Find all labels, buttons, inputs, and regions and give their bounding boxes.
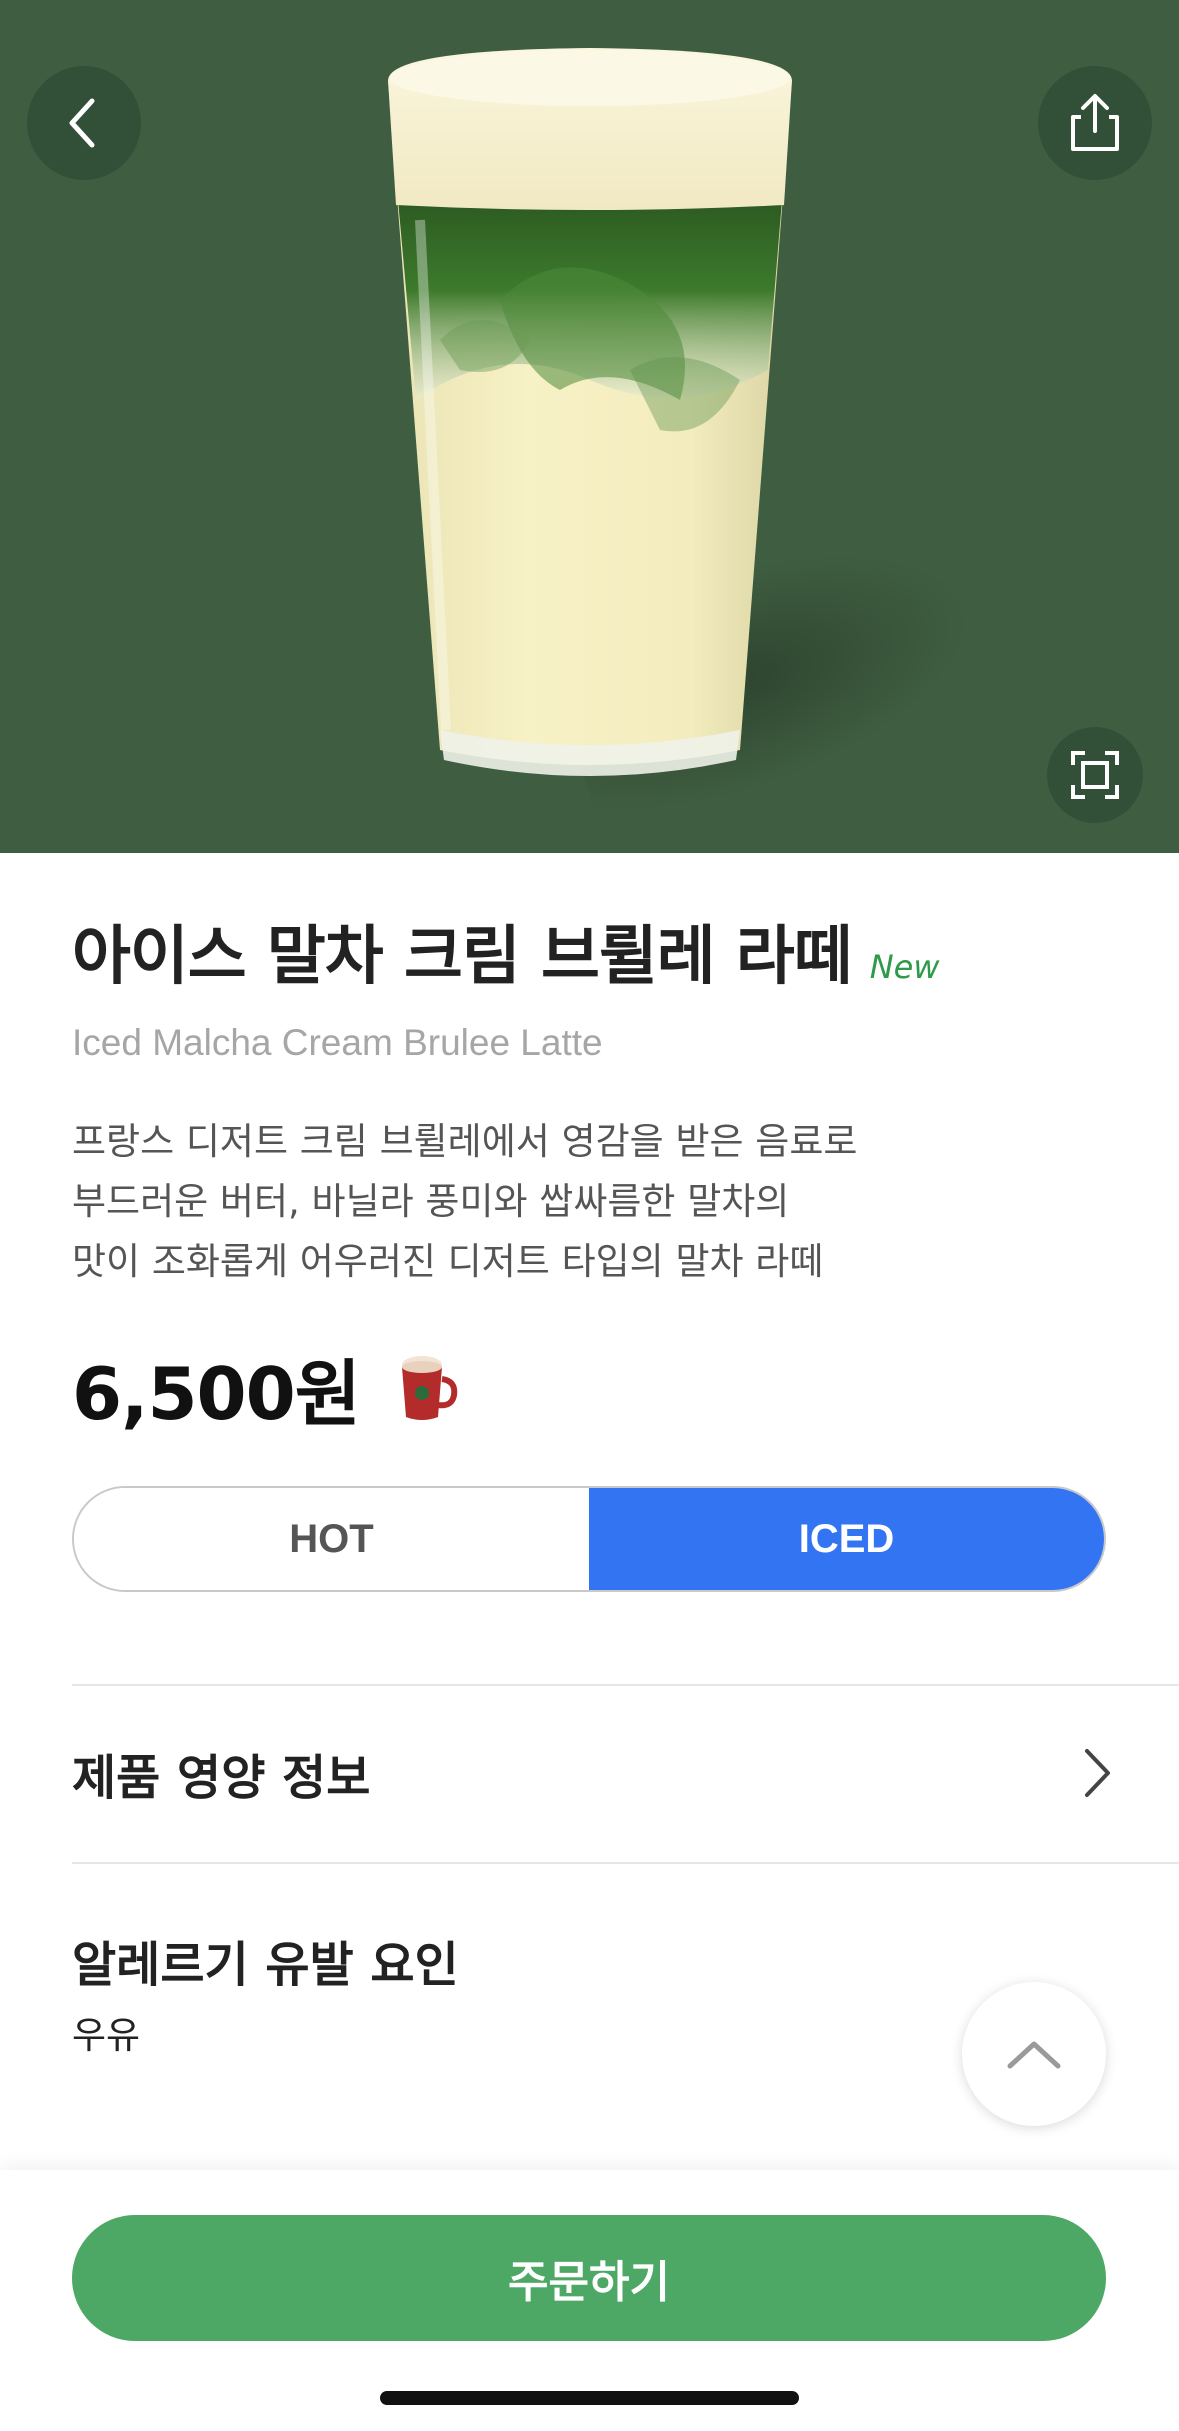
divider bbox=[72, 1862, 1179, 1864]
allergy-label: 알레르기 유발 요인 bbox=[72, 1937, 459, 1993]
share-icon bbox=[1071, 94, 1119, 151]
back-button[interactable] bbox=[27, 66, 141, 180]
home-indicator bbox=[380, 2391, 799, 2405]
chevron-left-icon bbox=[69, 98, 95, 148]
description-line: 부드러운 버터, 바닐라 풍미와 쌉싸름한 말차의 bbox=[72, 1180, 790, 1223]
scroll-to-top-button[interactable] bbox=[962, 1982, 1106, 2126]
product-hero-image bbox=[0, 0, 1179, 853]
description-line: 프랑스 디저트 크림 브륄레에서 영감을 받은 음료로 bbox=[72, 1120, 858, 1163]
temperature-toggle: HOT ICED bbox=[72, 1486, 1106, 1592]
product-description: 프랑스 디저트 크림 브륄레에서 영감을 받은 음료로 부드러운 버터, 바닐라… bbox=[72, 1112, 1112, 1292]
expand-icon bbox=[1071, 751, 1119, 799]
product-name: 아이스 말차 크림 브륄레 라떼 bbox=[72, 920, 853, 994]
product-title-row: 아이스 말차 크림 브륄레 라떼 New bbox=[72, 905, 939, 997]
drink-cup-illustration bbox=[388, 48, 792, 776]
description-line: 맛이 조화롭게 어우러진 디저트 타입의 말차 라떼 bbox=[72, 1240, 824, 1283]
share-button[interactable] bbox=[1038, 66, 1152, 180]
order-button[interactable]: 주문하기 bbox=[72, 2215, 1106, 2341]
product-english-name: Iced Malcha Cream Brulee Latte bbox=[72, 1022, 603, 1063]
expand-image-button[interactable] bbox=[1047, 727, 1143, 823]
product-price: 6,500원 bbox=[72, 1352, 361, 1436]
nutrition-info-row[interactable]: 제품 영양 정보 bbox=[72, 1688, 1112, 1858]
hot-option[interactable]: HOT bbox=[74, 1488, 589, 1590]
nutrition-info-label: 제품 영양 정보 bbox=[72, 1750, 371, 1806]
iced-option[interactable]: ICED bbox=[589, 1488, 1104, 1590]
price-row: 6,500원 bbox=[72, 1335, 458, 1440]
mug-icon bbox=[401, 1355, 458, 1420]
allergy-value: 우유 bbox=[72, 2014, 141, 2057]
divider bbox=[72, 1684, 1179, 1686]
chevron-right-icon bbox=[1085, 1749, 1110, 1797]
chevron-up-icon bbox=[1007, 2041, 1061, 2069]
new-badge: New bbox=[869, 948, 940, 986]
